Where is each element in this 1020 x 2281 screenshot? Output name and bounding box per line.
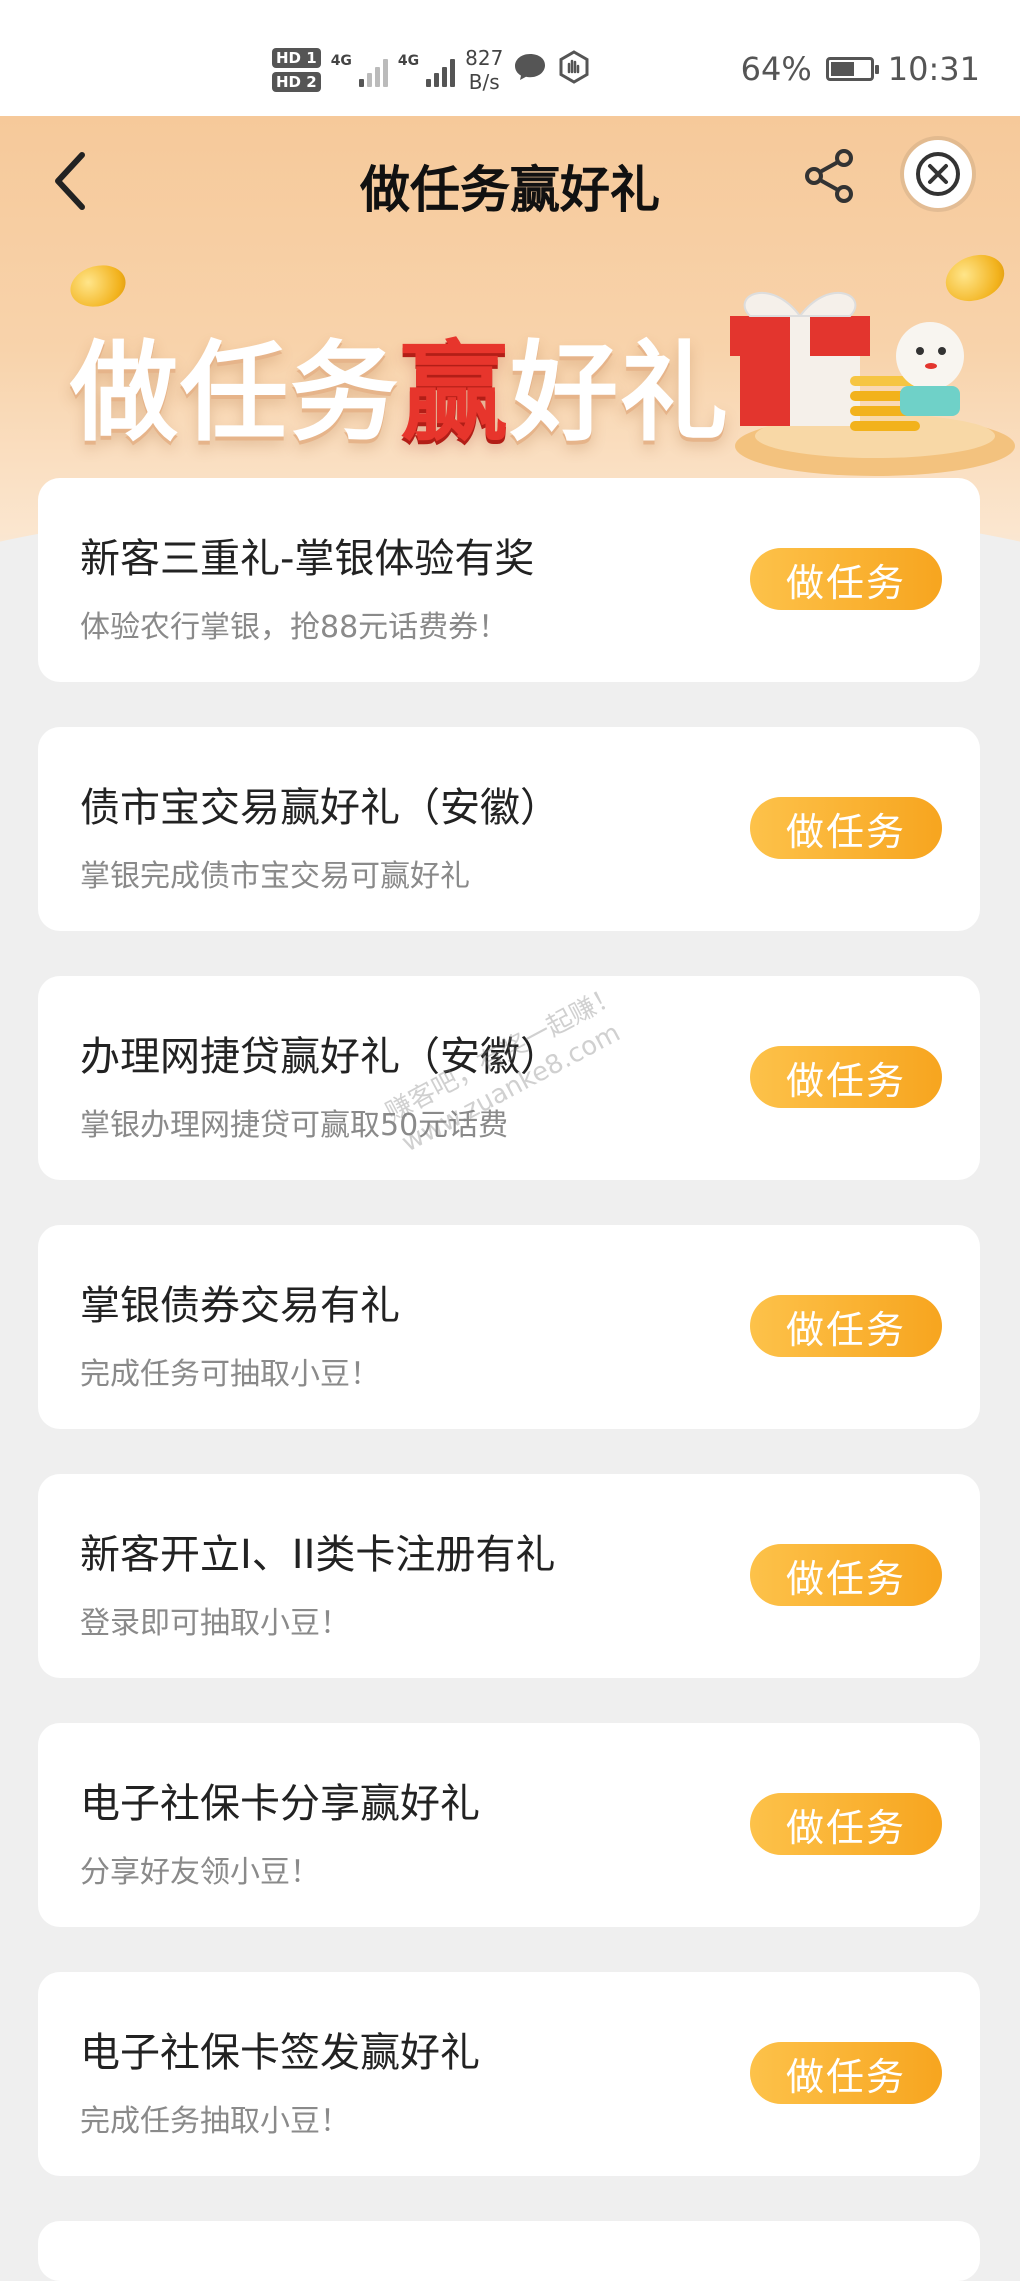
do-task-button[interactable]: 做任务 xyxy=(750,1295,942,1357)
hd2-badge: HD 2 xyxy=(272,72,321,92)
task-subtitle: 掌银办理网捷贷可赢取50元话费 xyxy=(80,1108,509,1143)
status-left-group: HD 1 HD 2 4G 4G 827 B/s xyxy=(272,42,591,98)
page-title: 做任务赢好礼 xyxy=(360,161,660,219)
do-task-button[interactable]: 做任务 xyxy=(750,2042,942,2104)
net-speed: 827 B/s xyxy=(465,46,504,94)
task-title: 电子社保卡分享赢好礼 xyxy=(80,1781,480,1827)
task-title: 新客开立I、II类卡注册有礼 xyxy=(80,1532,556,1578)
hand-shield-icon xyxy=(557,49,591,91)
share-icon xyxy=(805,149,853,203)
task-title: 掌银债券交易有礼 xyxy=(80,1283,400,1329)
task-card[interactable]: 新客三重礼-掌银体验有奖体验农行掌银，抢88元话费券！ 做任务 xyxy=(38,478,980,682)
message-icon xyxy=(513,52,547,89)
do-task-button[interactable]: 做任务 xyxy=(750,1544,942,1606)
signal2-icon: 4G xyxy=(398,53,456,87)
task-card[interactable]: 办理网捷贷赢好礼（安徽） 掌银办理网捷贷可赢取50元话费 做任务 xyxy=(38,976,980,1180)
do-task-button[interactable]: 做任务 xyxy=(750,1793,942,1855)
gift-illustration xyxy=(700,246,1020,486)
clock: 10:31 xyxy=(887,50,980,88)
task-card[interactable]: 电子社保卡签发赢好礼完成任务抽取小豆！ 做任务 xyxy=(38,1972,980,2176)
do-task-button[interactable]: 做任务 xyxy=(750,548,942,610)
nav-bar: 做任务赢好礼 xyxy=(0,116,1020,246)
task-subtitle: 完成任务可抽取小豆！ xyxy=(80,1357,380,1392)
task-card-partial[interactable] xyxy=(38,2221,980,2281)
hd-indicators: HD 1 HD 2 xyxy=(272,48,321,92)
coin-icon xyxy=(65,259,131,313)
task-card[interactable]: 债市宝交易赢好礼（安徽） 掌银完成债市宝交易可赢好礼 做任务 xyxy=(38,727,980,931)
task-card[interactable]: 电子社保卡分享赢好礼分享好友领小豆！ 做任务 xyxy=(38,1723,980,1927)
do-task-button[interactable]: 做任务 xyxy=(750,1046,942,1108)
task-card[interactable]: 新客开立I、II类卡注册有礼登录即可抽取小豆！ 做任务 xyxy=(38,1474,980,1678)
promo-banner: 做任务赢好礼 xyxy=(0,246,1020,486)
task-title: 新客三重礼-掌银体验有奖 xyxy=(80,536,535,582)
banner-title: 做任务赢好礼 xyxy=(70,331,731,456)
task-subtitle: 掌银完成债市宝交易可赢好礼 xyxy=(80,859,470,894)
task-subtitle: 完成任务抽取小豆！ xyxy=(80,2104,350,2139)
status-right-group: 64% 10:31 xyxy=(741,50,980,88)
task-title: 债市宝交易赢好礼（安徽） xyxy=(80,785,560,831)
hd1-badge: HD 1 xyxy=(272,48,321,68)
battery-icon xyxy=(825,57,879,81)
close-circle-icon xyxy=(916,152,960,196)
status-bar: HD 1 HD 2 4G 4G 827 B/s 64% 10:31 xyxy=(0,0,1020,116)
signal1-icon: 4G xyxy=(331,53,388,87)
task-card[interactable]: 掌银债券交易有礼完成任务可抽取小豆！ 做任务 xyxy=(38,1225,980,1429)
task-subtitle: 体验农行掌银，抢88元话费券！ xyxy=(80,610,509,645)
share-button[interactable] xyxy=(798,144,862,208)
do-task-button[interactable]: 做任务 xyxy=(750,797,942,859)
close-button[interactable] xyxy=(904,140,972,208)
battery-percent: 64% xyxy=(740,50,812,88)
task-subtitle: 分享好友领小豆！ xyxy=(80,1855,320,1890)
task-title: 电子社保卡签发赢好礼 xyxy=(80,2030,480,2076)
task-title: 办理网捷贷赢好礼（安徽） xyxy=(80,1034,560,1080)
task-subtitle: 登录即可抽取小豆！ xyxy=(80,1606,350,1641)
